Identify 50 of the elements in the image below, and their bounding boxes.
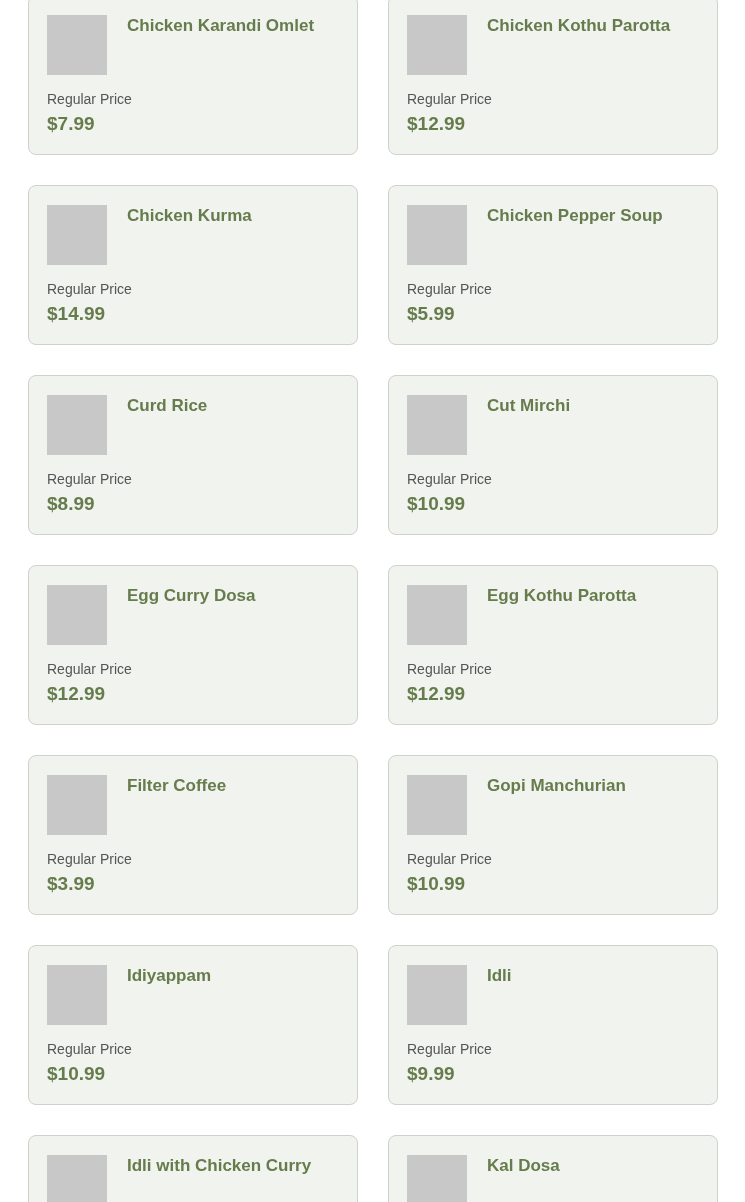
product-title[interactable]: Kal Dosa [487,1155,560,1202]
price-label: Regular Price [407,660,492,679]
price: $10.99 [47,1062,106,1086]
price: $8.99 [47,492,95,516]
price: $12.99 [407,682,466,706]
image-placeholder [407,15,467,75]
product-title[interactable]: Curd Rice [127,395,208,455]
image-placeholder [407,395,467,455]
price-label: Regular Price [47,850,132,869]
price: $12.99 [407,112,466,136]
image-placeholder [407,585,467,645]
price-label: Regular Price [47,280,132,299]
product-title[interactable]: Gopi Manchurian [487,775,626,835]
product-title[interactable]: Idli with Chicken Curry [127,1155,312,1202]
price: $7.99 [47,112,95,136]
image-placeholder [407,775,467,835]
image-placeholder [47,585,107,645]
product-title[interactable]: Chicken Karandi Omlet [127,15,315,75]
price-label: Regular Price [407,850,492,869]
price: $10.99 [407,872,466,896]
product-title[interactable]: Chicken Pepper Soup [487,205,663,265]
price: $9.99 [407,1062,455,1086]
price-label: Regular Price [407,470,492,489]
price: $3.99 [47,872,95,896]
product-title[interactable]: Filter Coffee [127,775,227,835]
image-placeholder [47,965,107,1025]
image-placeholder [47,205,107,265]
price: $12.99 [47,682,106,706]
price: $5.99 [407,302,455,326]
price-label: Regular Price [407,1040,492,1059]
product-title[interactable]: Chicken Kurma [127,205,252,265]
price-label: Regular Price [407,90,492,109]
product-title[interactable]: Egg Kothu Parotta [487,585,637,645]
image-placeholder [407,965,467,1025]
image-placeholder [407,205,467,265]
product-title[interactable]: Idli [487,965,512,1025]
price-label: Regular Price [47,470,132,489]
image-placeholder [47,15,107,75]
product-title[interactable]: Idiyappam [127,965,212,1025]
image-placeholder [47,775,107,835]
product-title[interactable]: Cut Mirchi [487,395,571,455]
product-title[interactable]: Egg Curry Dosa [127,585,256,645]
price-label: Regular Price [47,90,132,109]
price-label: Regular Price [47,660,132,679]
price-label: Regular Price [47,1040,132,1059]
product-title[interactable]: Chicken Kothu Parotta [487,15,671,75]
price: $14.99 [47,302,106,326]
price: $10.99 [407,492,466,516]
image-placeholder [47,395,107,455]
price-label: Regular Price [407,280,492,299]
